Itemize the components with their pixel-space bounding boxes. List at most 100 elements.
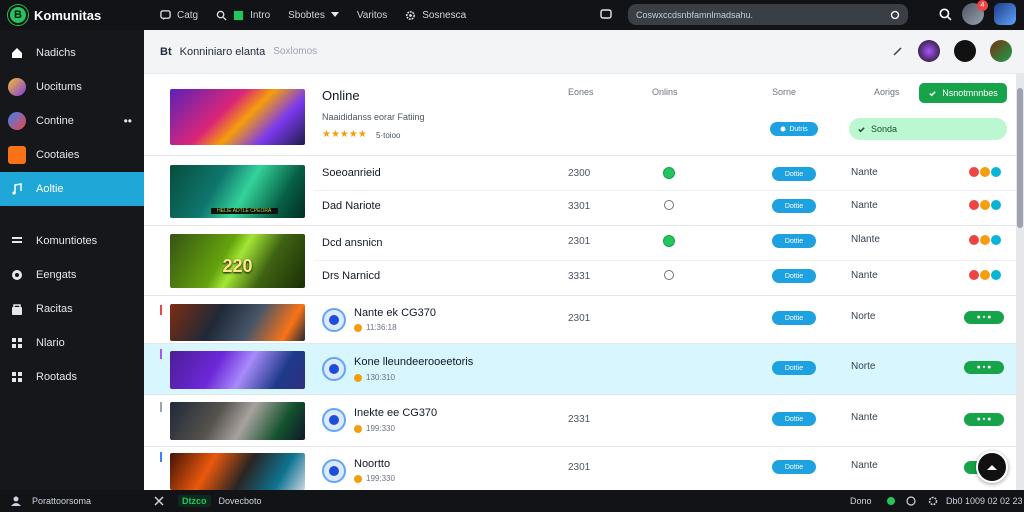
row-title: Inekte ee CG370 [354, 407, 438, 419]
toggle-button[interactable]: ● ▪ ● [964, 413, 1004, 426]
status-pill[interactable]: Dottie [772, 234, 816, 248]
check-icon [928, 89, 937, 98]
sidebar-item-aoltie[interactable]: Aoltie [0, 172, 152, 206]
row-title: Kone lleundeerooeetoris [354, 356, 474, 368]
sidebar-item-eengats[interactable]: Eengats [0, 258, 144, 292]
status-pill[interactable]: Dottie [772, 412, 816, 426]
reaction-icons[interactable] [969, 235, 1001, 245]
user-icon[interactable] [10, 495, 22, 507]
row-count: 3301 [568, 201, 591, 212]
sidebar-item-nlario[interactable]: Nlario [0, 326, 144, 360]
user-avatar[interactable]: 4 [962, 0, 988, 25]
avatar[interactable] [990, 40, 1012, 62]
row-status: Nlante [851, 234, 880, 245]
sidebar-item-label: Komuntiotes [36, 235, 98, 247]
row-meta: 11:36:18 [354, 323, 397, 332]
scrollbar[interactable] [1016, 74, 1024, 490]
row-title: Dad Nariote [322, 200, 381, 212]
reaction-icons[interactable] [969, 200, 1001, 210]
profile-avatar[interactable] [994, 3, 1016, 25]
sidebar-item-cootaies[interactable]: Cootaies [0, 138, 144, 172]
sidebar-item-label: Racitas [36, 303, 73, 315]
nav-item-intro[interactable]: Intro [210, 10, 276, 21]
chat-icon [160, 9, 171, 21]
row-status: Nante [851, 270, 878, 281]
table-row[interactable]: Drs Narnicd 3331 Dottie Nante [314, 261, 1016, 296]
row-marker [160, 452, 168, 462]
toggle-button[interactable]: ● ▪ ● [964, 361, 1004, 374]
column-header-aorigs: Aorigs [874, 87, 900, 97]
sidebar-item-racitas[interactable]: Racitas [0, 292, 144, 326]
game-icon [322, 408, 346, 432]
sidebar-item-label: Uocitums [36, 81, 82, 93]
sidebar-item-contine[interactable]: Contine •• [0, 104, 144, 138]
offline-indicator [664, 270, 674, 280]
thumbnail-badge: HELIE ADTLE CPEORA [210, 208, 278, 214]
info-icon[interactable] [906, 496, 916, 506]
avatar[interactable] [954, 40, 976, 62]
nav-label: Sbobtes [288, 9, 325, 21]
list-icon [8, 232, 26, 250]
nav-item-varitos[interactable]: Varitos [351, 10, 393, 21]
sidebar-item-label: Nlario [36, 337, 65, 349]
coin-icon [354, 323, 362, 332]
sidebar-item-uocitums[interactable]: Uocitums [0, 70, 144, 104]
edit-icon[interactable] [892, 45, 904, 57]
status-pill[interactable]: Dutris [770, 122, 818, 136]
table-row[interactable]: Noortto 199:330 2301 Dottie Nante ● ▪ ● [144, 447, 1016, 490]
status-pill[interactable]: Dottie [772, 361, 816, 375]
table-row[interactable]: Soeoanrieid 2300 Dottie Nante [314, 156, 1016, 191]
search-icon [216, 10, 227, 21]
status-pill[interactable]: Dottie [772, 199, 816, 213]
table-row[interactable]: Dcd ansnicn 2301 Dottie Nlante [314, 226, 1016, 261]
grid-icon [8, 334, 26, 352]
search-bar[interactable] [628, 4, 908, 25]
sidebar-footer: Porattoorsoma [0, 490, 144, 512]
light-green-button[interactable]: Sonda [849, 118, 1007, 140]
search-icon[interactable] [939, 7, 952, 21]
search-input[interactable] [636, 9, 884, 20]
fab-button[interactable] [976, 451, 1008, 483]
table-row-selected[interactable]: Kone lleundeerooeetoris 130:310 Dottie N… [144, 344, 1016, 395]
toggle-button[interactable]: ● ▪ ● [964, 311, 1004, 324]
nav-item-catg[interactable]: Catg [154, 10, 204, 21]
featured-row[interactable]: Online Naaididanss eorar Fatiing ★★★★★ 5… [144, 74, 1016, 156]
app-name: Komunitas [34, 7, 102, 23]
status-tag[interactable]: Dtzco [178, 495, 211, 507]
reaction-icons[interactable] [969, 270, 1001, 280]
home-icon [8, 44, 26, 62]
sidebar-item-nadichs[interactable]: Nadichs [0, 36, 144, 70]
scrollbar-thumb[interactable] [1017, 88, 1023, 228]
page-subtitle: Konniniaro elanta [179, 45, 266, 58]
row-status: Nante [851, 200, 878, 211]
reaction-icons[interactable] [969, 167, 1001, 177]
more-icon[interactable]: •• [124, 114, 132, 128]
notifications-button[interactable]: Nsnotmnnbes [919, 83, 1007, 103]
status-pill[interactable]: Dottie [772, 269, 816, 283]
search-icon[interactable] [890, 10, 900, 20]
status-pill[interactable]: Dottie [772, 460, 816, 474]
table-row[interactable]: Inekte ee CG370 199:330 2331 Dottie Nant… [144, 395, 1016, 447]
brand[interactable]: B Komunitas [0, 5, 144, 25]
table-row[interactable]: Nante ek CG370 11:36:18 2301 Dottie Nort… [144, 296, 1016, 344]
sidebar-item-komuntiotes[interactable]: Komuntiotes [0, 224, 144, 258]
game-thumbnail [170, 453, 305, 490]
table-row[interactable]: Dad Nariote 3301 Dottie Nante [314, 191, 1016, 226]
status-pill[interactable]: Dottie [772, 167, 816, 181]
row-meta: 199:330 [354, 424, 395, 433]
row-status: Norte [851, 311, 876, 322]
nav-item-sbobtes[interactable]: Sbobtes [282, 10, 345, 21]
row-title: Soeoanrieid [322, 167, 381, 179]
row-marker [160, 402, 168, 412]
nav-item-sosnesca[interactable]: Sosnesca [399, 10, 472, 21]
featured-desc: Naaididanss eorar Fatiing [322, 112, 425, 122]
column-header-sorne: Sorne [772, 87, 797, 97]
close-icon[interactable] [154, 496, 164, 506]
settings-icon[interactable] [928, 496, 938, 506]
chat-icon [8, 266, 26, 284]
avatar[interactable] [918, 40, 940, 62]
status-online-icon [886, 496, 896, 506]
chat-icon[interactable] [600, 9, 612, 21]
sidebar-item-rootads[interactable]: Rootads [0, 360, 144, 394]
status-pill[interactable]: Dottie [772, 311, 816, 325]
